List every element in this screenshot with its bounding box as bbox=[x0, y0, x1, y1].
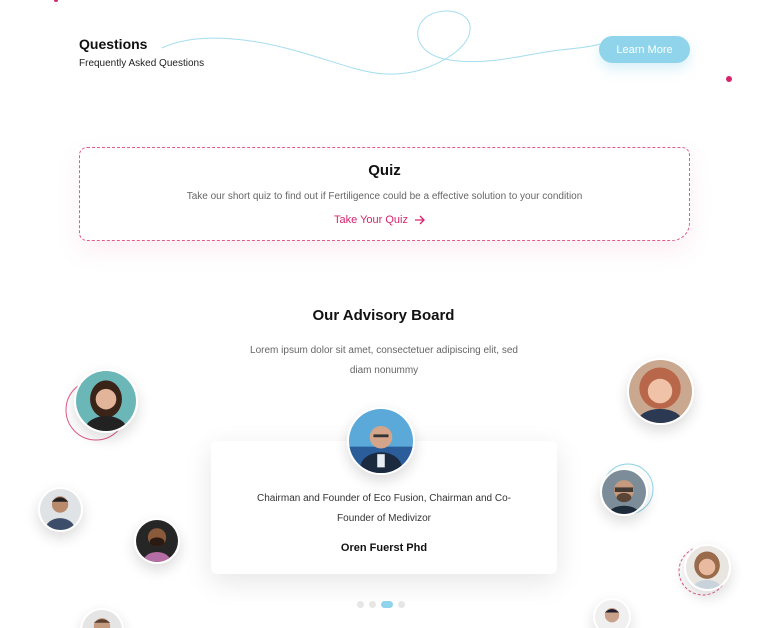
advisor-avatar[interactable] bbox=[38, 487, 83, 532]
advisor-avatar[interactable] bbox=[74, 369, 138, 433]
advisor-avatar[interactable] bbox=[134, 518, 180, 564]
advisor-avatar[interactable] bbox=[80, 608, 124, 628]
featured-advisor-avatar bbox=[347, 407, 415, 475]
advisor-avatar[interactable] bbox=[684, 544, 731, 591]
carousel-dot[interactable] bbox=[357, 601, 364, 608]
faq-subtitle: Frequently Asked Questions bbox=[79, 58, 205, 69]
advisory-title: Our Advisory Board bbox=[312, 307, 455, 324]
quiz-card: Quiz Take our short quiz to find out if … bbox=[79, 147, 690, 241]
advisory-description: Lorem ipsum dolor sit amet, consectetuer… bbox=[250, 345, 518, 376]
advisor-avatar[interactable] bbox=[593, 598, 631, 628]
carousel-dot[interactable] bbox=[398, 601, 405, 608]
carousel-dot-active[interactable] bbox=[381, 601, 393, 608]
faq-title: Questions bbox=[79, 36, 148, 52]
advisor-avatar[interactable] bbox=[600, 468, 648, 516]
arrow-right-icon bbox=[415, 215, 425, 225]
featured-advisor-role: Chairman and Founder of Eco Fusion, Chai… bbox=[256, 493, 512, 524]
featured-advisor-name: Oren Fuerst Phd bbox=[340, 542, 428, 554]
carousel-dot[interactable] bbox=[369, 601, 376, 608]
quiz-title: Quiz bbox=[368, 162, 401, 179]
advisor-avatar[interactable] bbox=[627, 358, 694, 425]
take-quiz-link[interactable]: Take Your Quiz bbox=[334, 214, 426, 226]
take-quiz-label: Take Your Quiz bbox=[334, 214, 408, 226]
quiz-description: Take our short quiz to find out if Ferti… bbox=[186, 191, 583, 202]
learn-more-button[interactable]: Learn More bbox=[599, 36, 690, 63]
carousel-pagination bbox=[357, 601, 405, 608]
